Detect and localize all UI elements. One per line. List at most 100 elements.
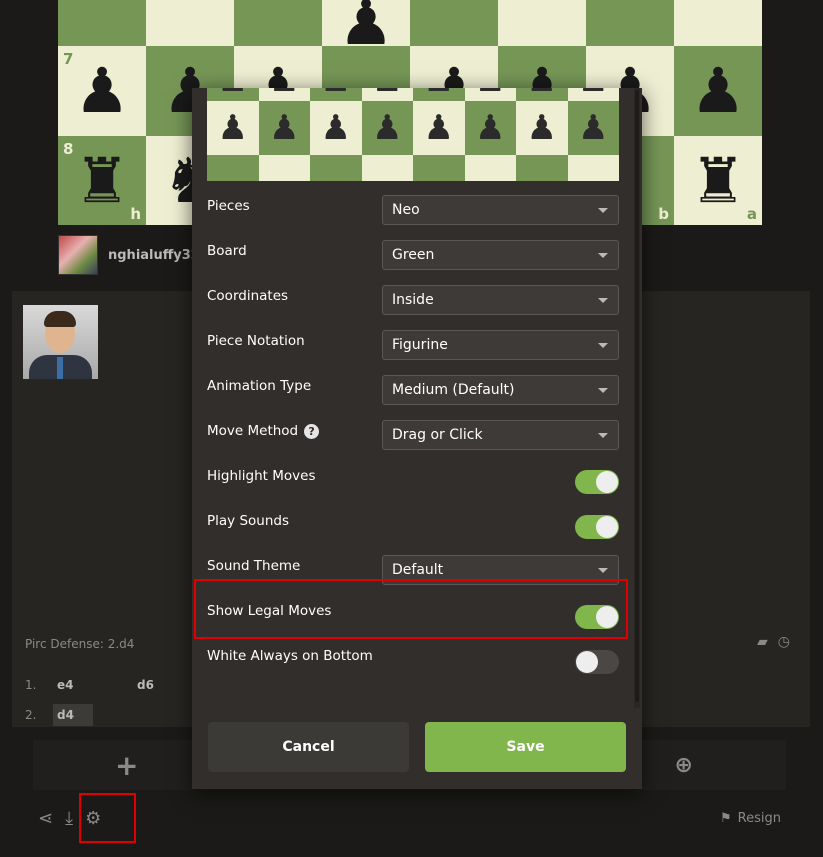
preview-square bbox=[310, 155, 362, 181]
add-button[interactable]: + bbox=[115, 749, 138, 782]
explorer-icon[interactable]: ◷ bbox=[778, 634, 790, 650]
preview-pawn: ♟ bbox=[424, 88, 454, 97]
coordinates-select[interactable]: Inside bbox=[382, 285, 619, 315]
preview-pawn: ♟ bbox=[269, 88, 299, 97]
opponent-info: nghialuffy32 bbox=[58, 235, 200, 275]
analysis-icon[interactable]: ⊕ bbox=[674, 753, 692, 778]
preview-pawn: ♟ bbox=[217, 108, 248, 148]
chevron-down-icon bbox=[598, 568, 608, 573]
setting-pieces: Pieces Neo bbox=[207, 193, 619, 238]
move-method-select[interactable]: Drag or Click bbox=[382, 420, 619, 450]
download-icon[interactable]: ⤓ bbox=[65, 808, 73, 829]
resign-button[interactable]: ⚑ Resign bbox=[720, 811, 781, 826]
board-square[interactable] bbox=[234, 0, 322, 46]
move-list: 1. e4 d6 2. d4 bbox=[25, 670, 213, 730]
setting-play-sounds: Play Sounds bbox=[207, 508, 619, 553]
book-icon[interactable]: ▰ bbox=[757, 634, 768, 650]
select-value: Neo bbox=[392, 202, 420, 218]
chevron-down-icon bbox=[598, 343, 608, 348]
board-square[interactable]: 8 h ♜ bbox=[58, 136, 146, 225]
file-label: h bbox=[130, 205, 141, 223]
preview-pawn: ♟ bbox=[372, 108, 403, 148]
setting-label-wrap: Move Method ? bbox=[207, 423, 320, 439]
chevron-down-icon bbox=[598, 208, 608, 213]
preview-pawn: ♟ bbox=[475, 108, 506, 148]
file-label: b bbox=[658, 205, 669, 223]
piece-notation-select[interactable]: Figurine bbox=[382, 330, 619, 360]
cancel-button[interactable]: Cancel bbox=[208, 722, 409, 772]
setting-label: Move Method bbox=[207, 423, 299, 439]
scrollbar-thumb[interactable] bbox=[635, 90, 639, 702]
preview-square: ♟ bbox=[413, 101, 465, 155]
help-icon[interactable]: ? bbox=[304, 423, 320, 439]
board-square[interactable] bbox=[498, 0, 586, 46]
preview-square: ♟ bbox=[207, 101, 259, 155]
preview-square bbox=[361, 155, 413, 181]
settings-modal: ♟ ♟ ♟ ♟ ♟ ♟ ♟ ♟ ♟ ♟ ♟ ♟ ♟ ♟ ♟ ♟ bbox=[192, 88, 642, 789]
move-row: 1. e4 d6 bbox=[25, 670, 213, 700]
board-square[interactable]: 7 ♟ bbox=[58, 46, 146, 136]
opening-name[interactable]: Pirc Defense: 2.d4 bbox=[25, 637, 134, 651]
save-button[interactable]: Save bbox=[425, 722, 626, 772]
preview-square: ♟ bbox=[516, 101, 568, 155]
preview-square: ♟ bbox=[207, 88, 259, 101]
white-move[interactable]: e4 bbox=[53, 678, 133, 692]
setting-label: Pieces bbox=[207, 198, 250, 214]
board-square[interactable] bbox=[674, 0, 762, 46]
board-square[interactable]: a ♜ bbox=[674, 136, 762, 225]
play-sounds-toggle[interactable] bbox=[575, 515, 619, 539]
setting-label: Coordinates bbox=[207, 288, 289, 304]
preview-square bbox=[258, 155, 310, 181]
preview-square: ♟ bbox=[567, 101, 619, 155]
board-square[interactable] bbox=[410, 0, 498, 46]
preview-pawn: ♟ bbox=[527, 88, 557, 97]
preview-pawn: ♟ bbox=[475, 88, 505, 97]
preview-pawn: ♟ bbox=[269, 108, 300, 148]
highlight-moves-toggle[interactable] bbox=[575, 470, 619, 494]
setting-label: Sound Theme bbox=[207, 558, 301, 574]
board-square[interactable]: ♟ bbox=[322, 0, 410, 54]
white-always-on-bottom-toggle[interactable] bbox=[575, 650, 619, 674]
preview-square bbox=[516, 155, 568, 181]
share-icon[interactable]: ⋖ bbox=[38, 808, 53, 829]
preview-square bbox=[413, 155, 465, 181]
select-value: Figurine bbox=[392, 337, 448, 353]
preview-square: ♟ bbox=[464, 101, 516, 155]
setting-label: Piece Notation bbox=[207, 333, 305, 349]
select-value: Inside bbox=[392, 292, 434, 308]
preview-square: ♟ bbox=[516, 88, 568, 101]
board-square[interactable] bbox=[586, 0, 674, 46]
toggle-knob bbox=[596, 471, 618, 493]
animation-type-select[interactable]: Medium (Default) bbox=[382, 375, 619, 405]
pieces-select[interactable]: Neo bbox=[382, 195, 619, 225]
preview-square: ♟ bbox=[567, 88, 619, 101]
preview-pawn: ♟ bbox=[372, 88, 402, 97]
preview-square bbox=[567, 155, 619, 181]
opening-icons: ▰ ◷ bbox=[757, 634, 790, 650]
black-rook[interactable]: ♜ bbox=[690, 149, 746, 212]
setting-label: Play Sounds bbox=[207, 513, 289, 529]
setting-label: Animation Type bbox=[207, 378, 312, 394]
player-avatar[interactable] bbox=[23, 305, 98, 379]
black-pawn[interactable]: ♟ bbox=[74, 60, 130, 122]
black-pawn[interactable]: ♟ bbox=[690, 60, 746, 122]
preview-square: ♟ bbox=[258, 101, 310, 155]
board-square[interactable]: ♟ bbox=[674, 46, 762, 136]
board-square[interactable] bbox=[58, 0, 146, 46]
board-preview: ♟ ♟ ♟ ♟ ♟ ♟ ♟ ♟ ♟ ♟ ♟ ♟ ♟ ♟ ♟ ♟ bbox=[207, 88, 619, 181]
current-move[interactable]: d4 bbox=[53, 704, 93, 726]
board-square[interactable] bbox=[146, 0, 234, 46]
preview-square: ♟ bbox=[310, 101, 362, 155]
opponent-avatar[interactable] bbox=[58, 235, 98, 275]
rank-label: 8 bbox=[63, 140, 74, 158]
opponent-name[interactable]: nghialuffy32 bbox=[108, 248, 200, 263]
avatar-hair bbox=[44, 311, 76, 327]
preview-pawn: ♟ bbox=[321, 88, 351, 97]
select-value: Medium (Default) bbox=[392, 382, 515, 398]
board-select[interactable]: Green bbox=[382, 240, 619, 270]
preview-square bbox=[464, 155, 516, 181]
black-rook[interactable]: ♜ bbox=[74, 149, 130, 212]
setting-white-always-on-bottom: White Always on Bottom bbox=[207, 643, 619, 688]
setting-coordinates: Coordinates Inside bbox=[207, 283, 619, 328]
preview-square: ♟ bbox=[310, 88, 362, 101]
